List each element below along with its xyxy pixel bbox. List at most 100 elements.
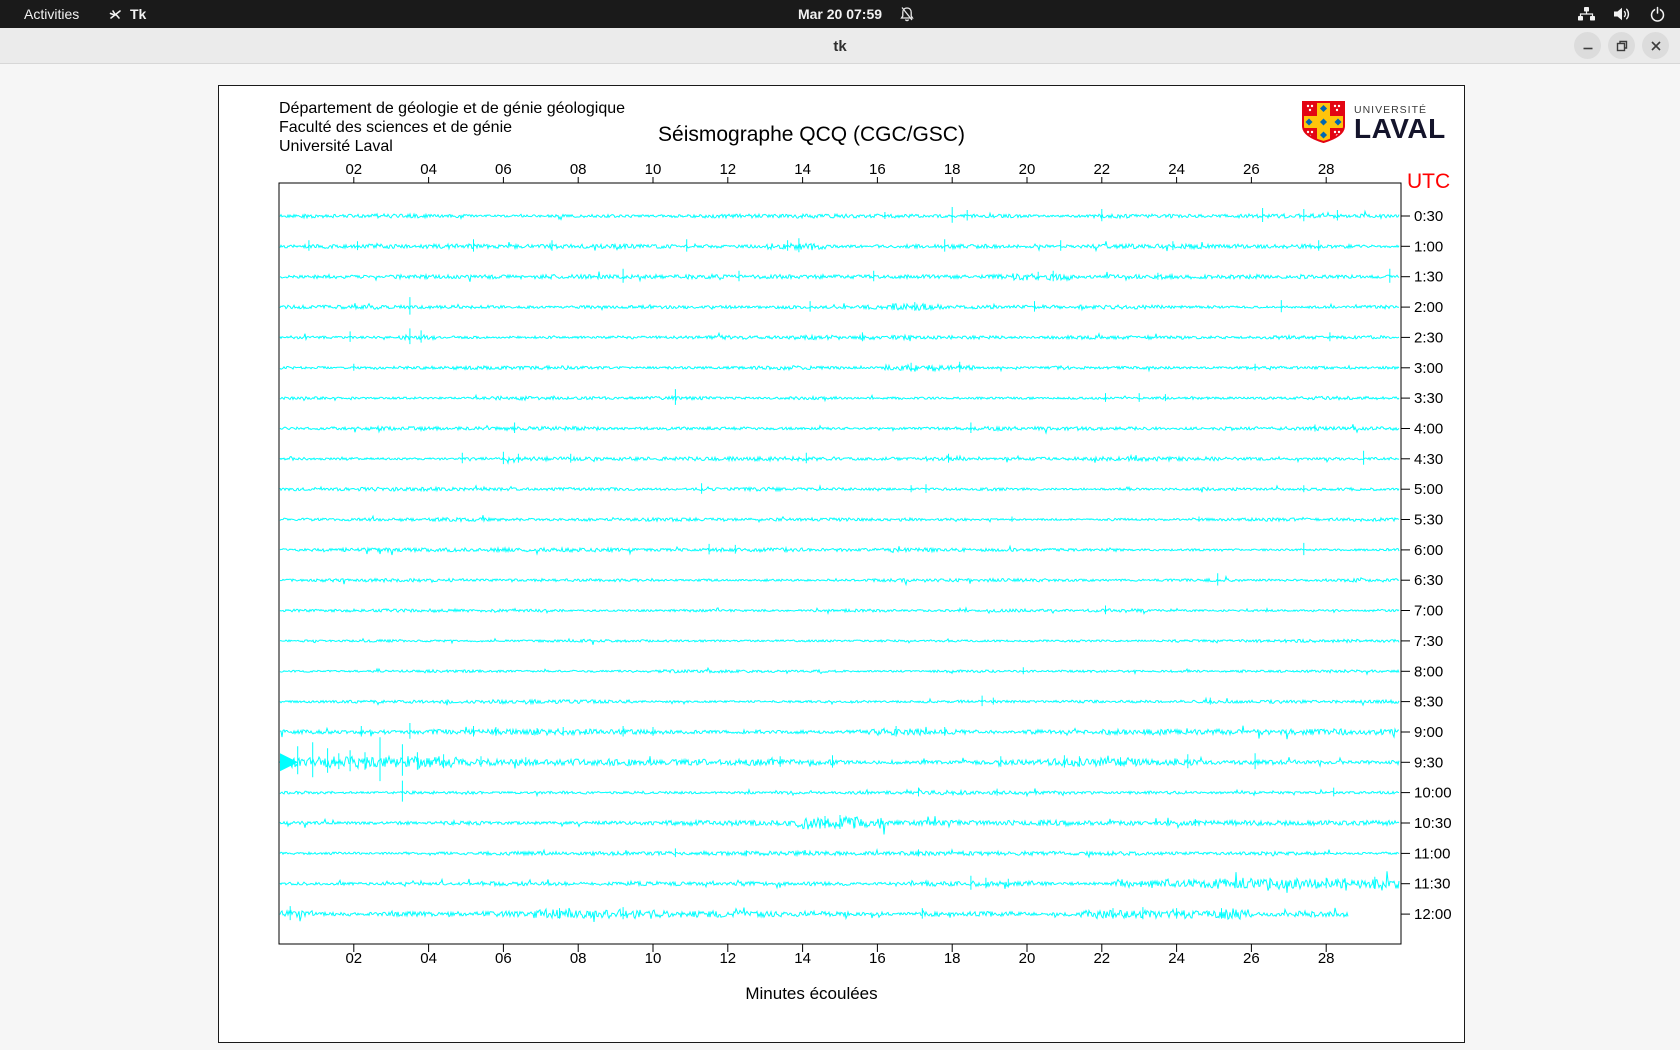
close-button[interactable] xyxy=(1642,32,1669,59)
time-label: 7:00 xyxy=(1414,603,1443,620)
seismograph-canvas: Département de géologie et de génie géol… xyxy=(218,85,1465,1043)
trace-row xyxy=(279,514,1400,524)
trace-row xyxy=(279,723,1400,740)
time-label: 1:30 xyxy=(1414,269,1443,286)
x-tick-label-bottom: 22 xyxy=(1093,950,1110,967)
time-label: 9:00 xyxy=(1414,724,1443,741)
clock-menu[interactable]: Mar 20 07:59 xyxy=(798,0,882,28)
volume-icon xyxy=(1614,7,1630,21)
time-label: 12:00 xyxy=(1414,906,1452,923)
time-label: 3:00 xyxy=(1414,360,1443,377)
trace-row xyxy=(279,238,1400,253)
time-label: 6:00 xyxy=(1414,542,1443,559)
time-label: 4:00 xyxy=(1414,421,1443,438)
x-tick-label-top: 18 xyxy=(944,161,961,178)
time-label: 2:00 xyxy=(1414,299,1443,316)
time-label: 6:30 xyxy=(1414,572,1443,589)
trace-row xyxy=(279,328,1400,345)
time-label: 9:30 xyxy=(1414,754,1443,771)
window-titlebar[interactable]: tk xyxy=(0,28,1680,64)
trace-row xyxy=(279,906,1349,923)
app-indicator[interactable]: Tk xyxy=(108,0,146,28)
trace-row xyxy=(279,573,1400,587)
time-label: 10:30 xyxy=(1414,815,1452,832)
window-content: Département de géologie et de génie géol… xyxy=(0,64,1680,1050)
x-tick-label-top: 16 xyxy=(869,161,886,178)
trace-row xyxy=(279,361,1400,373)
plot-border xyxy=(278,182,1402,945)
x-tick-label-top: 12 xyxy=(719,161,736,178)
x-tick-label-top: 14 xyxy=(794,161,811,178)
system-status-area[interactable] xyxy=(1577,0,1666,28)
time-label: 5:00 xyxy=(1414,481,1443,498)
x-tick-label-bottom: 20 xyxy=(1019,950,1036,967)
trace-row xyxy=(279,268,1400,283)
seismogram-plot: 02 02 04 04 06 06 08 08 10 10 12 12 14 14 16 16 18 18 20 20… xyxy=(278,161,1452,967)
activities-label: Activities xyxy=(24,6,80,22)
x-tick-label-top: 06 xyxy=(495,161,512,178)
trace-row xyxy=(279,605,1400,616)
x-tick-label-bottom: 24 xyxy=(1168,950,1185,967)
top-bar: Activities Tk Mar 20 07:59 xyxy=(0,0,1680,28)
time-label: 1:00 xyxy=(1414,238,1443,255)
x-tick-label-bottom: 04 xyxy=(420,950,437,967)
x-tick-label-bottom: 18 xyxy=(944,950,961,967)
trace-row xyxy=(279,450,1400,465)
tk-app-icon xyxy=(109,9,121,19)
time-label: 7:30 xyxy=(1414,633,1443,650)
time-label: 10:00 xyxy=(1414,785,1452,802)
window-title: tk xyxy=(833,37,847,55)
x-tick-label-bottom: 02 xyxy=(345,950,362,967)
x-tick-label-bottom: 06 xyxy=(495,950,512,967)
x-tick-label-top: 08 xyxy=(570,161,587,178)
trace-row xyxy=(279,695,1400,707)
trace-row xyxy=(279,737,1400,782)
x-tick-label-bottom: 12 xyxy=(719,950,736,967)
x-tick-label-bottom: 08 xyxy=(570,950,587,967)
x-tick-label-top: 24 xyxy=(1168,161,1185,178)
trace-row xyxy=(279,207,1400,223)
x-tick-label-top: 02 xyxy=(345,161,362,178)
power-icon xyxy=(1650,6,1665,22)
time-label: 3:30 xyxy=(1414,390,1443,407)
x-tick-label-bottom: 28 xyxy=(1318,950,1335,967)
time-label: 2:30 xyxy=(1414,329,1443,346)
time-label: 11:00 xyxy=(1414,845,1450,862)
x-tick-label-top: 22 xyxy=(1093,161,1110,178)
trace-row xyxy=(279,666,1400,676)
minimize-button[interactable] xyxy=(1574,32,1601,59)
x-tick-label-top: 20 xyxy=(1019,161,1036,178)
app-indicator-label: Tk xyxy=(130,6,147,22)
x-axis-title: Minutes écoulées xyxy=(745,984,878,1003)
x-tick-label-bottom: 14 xyxy=(794,950,811,967)
trace-row xyxy=(279,389,1400,405)
time-label: 5:30 xyxy=(1414,512,1443,529)
time-label: 0:30 xyxy=(1414,208,1443,225)
x-tick-label-top: 26 xyxy=(1243,161,1260,178)
x-tick-label-bottom: 16 xyxy=(869,950,886,967)
x-tick-label-top: 04 xyxy=(420,161,437,178)
bell-muted-icon xyxy=(898,5,916,26)
time-label: 8:00 xyxy=(1414,663,1443,680)
x-tick-label-bottom: 10 xyxy=(645,950,662,967)
trace-row xyxy=(279,815,1400,835)
time-label: 8:30 xyxy=(1414,694,1443,711)
activities-button[interactable]: Activities xyxy=(16,0,87,28)
trace-row xyxy=(279,780,1399,802)
time-label: 11:30 xyxy=(1414,876,1450,893)
x-tick-label-top: 10 xyxy=(645,161,662,178)
trace-event-blob xyxy=(280,753,298,772)
network-icon xyxy=(1578,7,1595,21)
trace-row xyxy=(279,542,1400,556)
x-tick-label-top: 28 xyxy=(1318,161,1335,178)
trace-row xyxy=(279,847,1400,859)
x-tick-label-bottom: 26 xyxy=(1243,950,1260,967)
trace-row xyxy=(279,483,1400,494)
time-label: 4:30 xyxy=(1414,451,1443,468)
trace-row xyxy=(279,297,1400,315)
trace-row xyxy=(279,637,1400,645)
trace-row xyxy=(279,871,1400,893)
clock-label: Mar 20 07:59 xyxy=(797,6,883,22)
trace-row xyxy=(279,422,1400,435)
restore-button[interactable] xyxy=(1608,32,1635,59)
